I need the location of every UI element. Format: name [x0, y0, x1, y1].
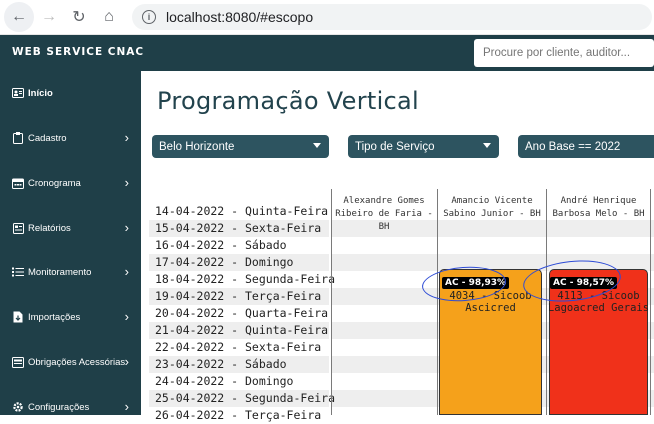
sidebar-item-obrigacoes-acessorias[interactable]: Obrigações Acessórias › [0, 350, 141, 374]
date-row: 23-04-2022 - Sábado [149, 356, 329, 373]
auditor-name-line: BH [378, 222, 390, 232]
sidebar-item-label: Configurações [28, 401, 90, 413]
column-divider [437, 189, 438, 415]
auditor-name-line: Amancio Vicente [451, 196, 533, 206]
info-icon[interactable]: i [142, 10, 156, 24]
date-row: 15-04-2022 - Sexta-Feira [149, 220, 329, 237]
forward-icon[interactable]: → [34, 2, 64, 32]
sidebar-item-label: Importações [28, 311, 81, 323]
base-year-select[interactable]: Ano Base == 2022 [518, 135, 654, 158]
sidebar-item-label: Obrigações Acessórias [28, 356, 126, 368]
date-row: 26-04-2022 - Terça-Feira [155, 408, 322, 422]
date-row: 25-04-2022 - Segunda-Feira [149, 390, 335, 407]
audit-bar-label-line: Ascicred [465, 302, 516, 314]
chevron-right-icon: › [124, 220, 129, 235]
date-row: 19-04-2022 - Terça-Feira [149, 288, 329, 305]
import-icon [12, 311, 24, 323]
schedule-grid: 14-04-2022 - Quinta-Feira 15-04-2022 - S… [141, 189, 654, 422]
grid-row-bg [331, 237, 654, 254]
sidebar-item-label: Início [28, 87, 53, 99]
audit-bar-label-line: Lagoacred Gerais [547, 302, 650, 314]
date-row: 21-04-2022 - Quinta-Feira [149, 322, 329, 339]
auditor-column-header: Amancio Vicente Sabino Junior - BH [439, 195, 545, 221]
browser-toolbar: ← → ↻ ⌂ i localhost:8080/#escopo [0, 0, 654, 35]
id-card-icon [12, 88, 24, 99]
date-row: 18-04-2022 - Segunda-Feira [155, 272, 336, 286]
service-type-select-value: Tipo de Serviço [355, 140, 435, 153]
sidebar-item-inicio[interactable]: Início [0, 81, 141, 105]
auditor-name-line: Sabino Junior - BH [443, 209, 541, 219]
brand-title: WEB SERVICE CNAC [12, 46, 145, 58]
date-row: 20-04-2022 - Quarta-Feira [155, 306, 329, 320]
app-header: WEB SERVICE CNAC [0, 35, 654, 71]
caret-down-icon [313, 143, 321, 148]
auditor-name-line: Barbosa Melo - BH [552, 209, 645, 219]
calendar-icon [12, 178, 24, 189]
report-icon [12, 222, 24, 234]
folder-icon [12, 356, 24, 368]
sidebar-item-monitoramento[interactable]: Monitoramento › [0, 260, 141, 284]
caret-down-icon [483, 143, 491, 148]
date-row: 22-04-2022 - Sexta-Feira [155, 340, 322, 354]
clipboard-icon [12, 132, 24, 144]
base-year-select-value: Ano Base == 2022 [525, 140, 621, 153]
sidebar-item-cronograma[interactable]: Cronograma › [0, 171, 141, 195]
sidebar-item-label: Cadastro [28, 132, 67, 144]
sidebar-item-label: Relatórios [28, 222, 71, 234]
chevron-right-icon: › [124, 130, 129, 145]
sidebar-item-importacoes[interactable]: Importações › [0, 305, 141, 329]
column-divider [331, 189, 332, 415]
home-icon[interactable]: ⌂ [94, 2, 124, 32]
chevron-right-icon: › [124, 399, 129, 414]
url-text: localhost:8080/#escopo [166, 9, 314, 25]
sidebar-item-configuracoes[interactable]: Configurações › [0, 395, 141, 419]
auditor-name-line: Ribeiro de Faria - [335, 209, 433, 219]
list-icon [12, 267, 24, 278]
sidebar-item-relatorios[interactable]: Relatórios › [0, 216, 141, 240]
page-title: Programação Vertical [157, 87, 420, 115]
sidebar-item-cadastro[interactable]: Cadastro › [0, 126, 141, 150]
date-row: 16-04-2022 - Sábado [155, 238, 287, 252]
gear-icon [12, 402, 24, 413]
service-type-select[interactable]: Tipo de Serviço [348, 135, 499, 158]
back-icon[interactable]: ← [4, 2, 34, 32]
date-row: 14-04-2022 - Quinta-Feira [155, 204, 329, 218]
sidebar-item-label: Cronograma [28, 177, 81, 189]
date-row: 17-04-2022 - Domingo [149, 254, 329, 271]
reload-icon[interactable]: ↻ [64, 2, 94, 32]
address-bar[interactable]: i localhost:8080/#escopo [132, 4, 652, 30]
auditor-name-line: André Henrique [560, 196, 637, 206]
city-select[interactable]: Belo Horizonte [152, 135, 329, 158]
search-input[interactable] [474, 39, 654, 67]
city-select-value: Belo Horizonte [159, 140, 235, 153]
auditor-name-line: Alexandre Gomes [343, 196, 425, 206]
sidebar-item-label: Monitoramento [28, 266, 92, 278]
auditor-column-header: Alexandre Gomes Ribeiro de Faria - BH [333, 195, 435, 234]
main-content: Programação Vertical Belo Horizonte Tipo… [141, 71, 654, 422]
chevron-right-icon: › [124, 354, 129, 369]
chevron-right-icon: › [124, 264, 129, 279]
date-row: 24-04-2022 - Domingo [155, 374, 294, 388]
chevron-right-icon: › [124, 309, 129, 324]
chevron-right-icon: › [124, 175, 129, 190]
sidebar: Início Cadastro › Cronograma › Relatório… [0, 71, 141, 415]
auditor-column-header: André Henrique Barbosa Melo - BH [548, 195, 649, 221]
